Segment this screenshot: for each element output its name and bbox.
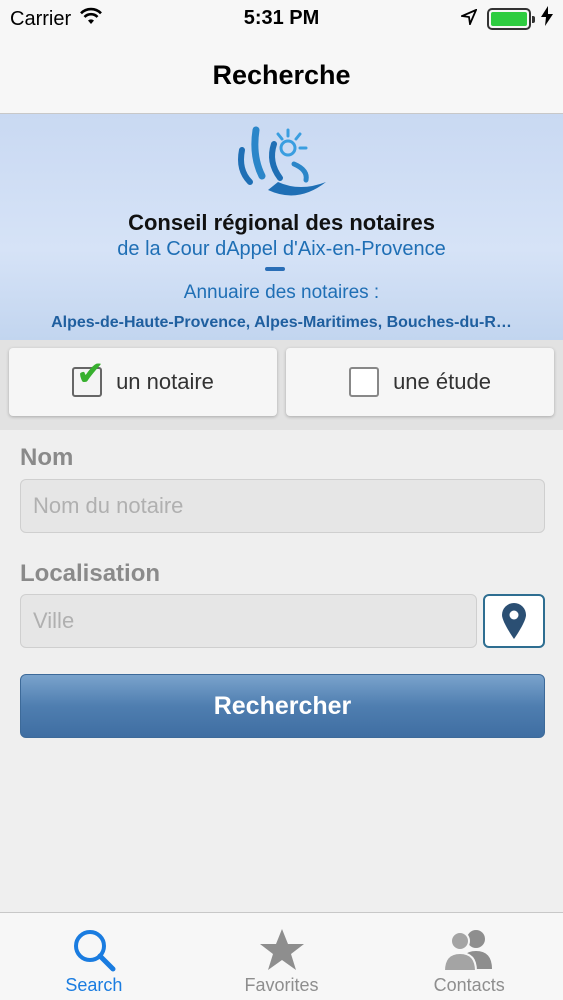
navigation-bar: Recherche [0, 38, 563, 114]
notaires-logo [238, 126, 326, 196]
charging-icon [541, 6, 553, 32]
search-icon [73, 930, 116, 972]
location-label: Localisation [20, 560, 161, 587]
banner-subtitle: de la Cour dAppel d'Aix-en-Provence [117, 238, 446, 260]
tab-search[interactable]: Search [0, 913, 188, 1000]
name-input[interactable] [20, 479, 545, 533]
banner-regions: Alpes-de-Haute-Provence, Alpes-Maritimes… [51, 314, 512, 331]
status-right [458, 6, 553, 32]
search-button[interactable]: Rechercher [20, 674, 545, 738]
banner-title: Conseil régional des notaires [128, 210, 435, 235]
battery-icon [487, 8, 535, 30]
office-checkbox[interactable] [349, 367, 380, 397]
tab-search-label: Search [65, 975, 123, 995]
banner-directory-label: Annuaire des notaires : [183, 282, 380, 303]
office-toggle-label: une étude [393, 369, 491, 394]
tab-contacts[interactable]: Contacts [375, 913, 563, 1000]
location-arrow-icon [458, 7, 478, 31]
page-title: Recherche [212, 60, 351, 90]
search-type-toggle: ✔ un notaire une étude [0, 340, 563, 430]
city-input[interactable] [20, 594, 477, 648]
office-toggle-button[interactable]: une étude [286, 348, 554, 416]
notary-toggle-label: un notaire [116, 369, 214, 394]
status-bar: Carrier 5:31 PM [0, 0, 563, 38]
tab-favorites[interactable]: Favorites [188, 913, 376, 1000]
notary-toggle-button[interactable]: ✔ un notaire [9, 348, 277, 416]
tab-favorites-label: Favorites [244, 975, 319, 995]
notary-checkbox[interactable]: ✔ [72, 357, 105, 397]
map-pin-icon [502, 603, 526, 639]
locate-me-button[interactable] [483, 594, 545, 648]
search-screen: Carrier 5:31 PM Recherche Conseil région… [0, 0, 563, 1000]
header-banner: Conseil régional des notaires de la Cour… [0, 114, 563, 340]
checkmark-icon: ✔ [76, 355, 105, 393]
contacts-icon [443, 930, 493, 972]
name-label: Nom [20, 444, 74, 471]
star-icon [259, 929, 304, 970]
tab-contacts-label: Contacts [433, 975, 505, 995]
tab-bar: Search Favorites Contacts [0, 912, 563, 1000]
banner-divider [265, 267, 285, 271]
